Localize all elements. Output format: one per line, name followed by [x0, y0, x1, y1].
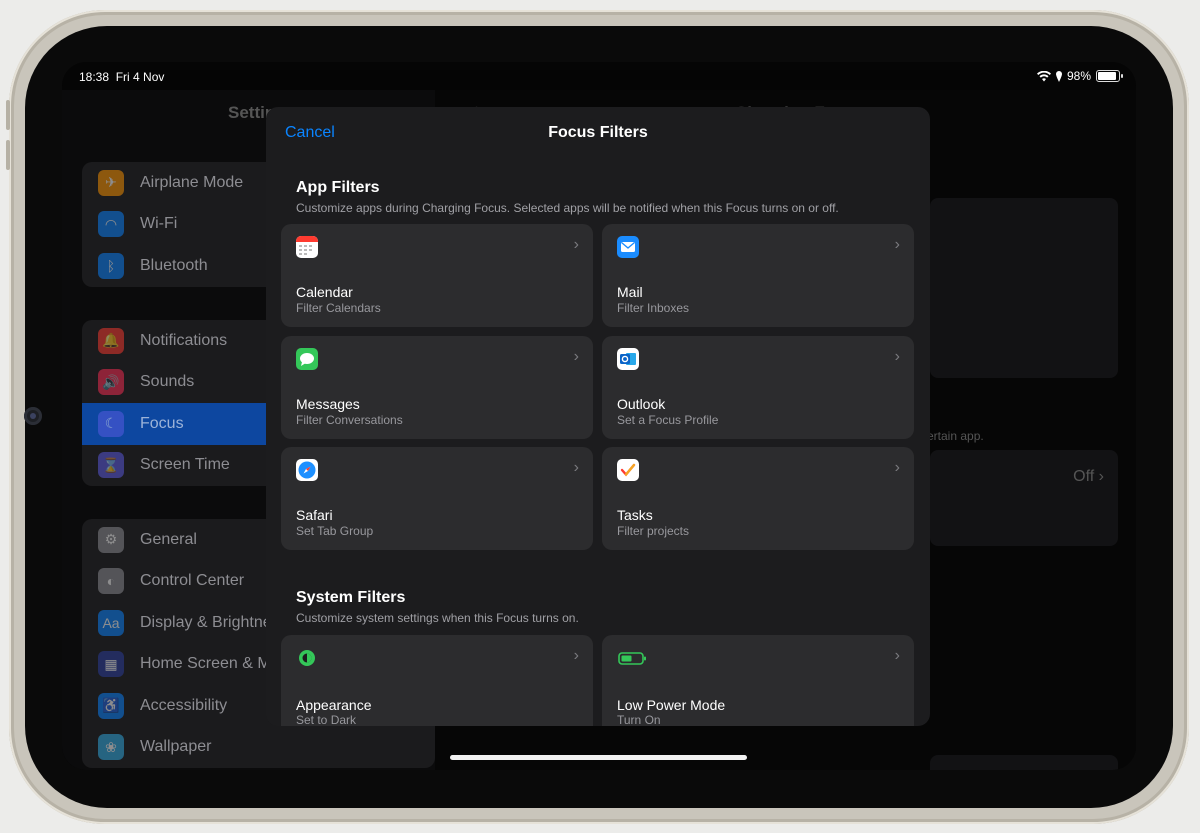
chevron-right-icon: › [894, 236, 900, 253]
sidebar-item-label: Accessibility [140, 696, 228, 714]
messages-icon [296, 348, 318, 370]
sidebar-item-label: Wi-Fi [140, 215, 178, 233]
gear-icon: ⚙ [98, 526, 124, 553]
filter-card-mail[interactable]: › Mail Filter Inboxes [602, 224, 914, 327]
sidebar-item-label: Notifications [140, 331, 228, 349]
appearance-icon [296, 647, 318, 669]
chevron-right-icon: › [573, 236, 579, 253]
filter-name: Appearance [296, 697, 372, 713]
app-filters-title: App Filters [296, 179, 380, 196]
status-bar: 18:38 Fri 4 Nov 98% [62, 62, 1136, 90]
safari-icon [296, 459, 318, 481]
volume-down-button [6, 140, 10, 170]
chevron-right-icon: › [1098, 468, 1104, 485]
bluetooth-icon: ᛒ [98, 252, 124, 279]
filter-subtitle: Set Tab Group [296, 524, 374, 538]
filter-subtitle: Set a Focus Profile [617, 413, 719, 427]
app-filters-description: Customize apps during Charging Focus. Se… [296, 201, 839, 215]
filter-card-outlook[interactable]: › Outlook Set a Focus Profile [602, 336, 914, 439]
system-filters-title: System Filters [296, 589, 406, 606]
status-time-date: 18:38 Fri 4 Nov [79, 70, 164, 84]
chevron-right-icon: › [894, 459, 900, 476]
wifi-icon [1036, 70, 1051, 81]
sidebar-item-label: Airplane Mode [140, 173, 244, 191]
calendar-icon [296, 236, 318, 258]
moon-icon: ☾ [98, 410, 124, 437]
detail-card-bottom [930, 755, 1118, 770]
wifi-icon: ◠ [98, 211, 124, 238]
filter-subtitle: Filter Conversations [296, 413, 403, 427]
sidebar-item-label: Control Center [140, 572, 245, 590]
mail-icon [617, 236, 639, 258]
sidebar-item-label: Wallpaper [140, 738, 212, 756]
system-filters-description: Customize system settings when this Focu… [296, 611, 579, 625]
speaker-icon: 🔊 [98, 369, 124, 396]
filter-subtitle: Filter Calendars [296, 301, 381, 315]
filter-name: Outlook [617, 396, 666, 412]
accessibility-icon: ♿ [98, 692, 124, 719]
filter-name: Mail [617, 284, 643, 300]
filter-card-calendar[interactable]: › Calendar Filter Calendars [281, 224, 593, 327]
filter-name: Tasks [617, 507, 653, 523]
home-indicator[interactable] [450, 755, 747, 760]
status-right: 98% [1036, 69, 1123, 83]
sidebar-item-label: Bluetooth [140, 256, 208, 274]
sheet-title: Focus Filters [548, 124, 648, 141]
battery-icon [1096, 70, 1123, 82]
bell-icon: 🔔 [98, 327, 124, 354]
battery-icon [617, 647, 647, 669]
volume-up-button [6, 100, 10, 130]
hourglass-icon: ⌛ [98, 452, 124, 479]
filter-name: Calendar [296, 284, 353, 300]
sidebar-item-label: Sounds [140, 373, 195, 391]
filter-name: Low Power Mode [617, 697, 726, 713]
filter-name: Messages [296, 396, 360, 412]
sidebar-item-label: Focus [140, 414, 184, 432]
off-value: Off › [1073, 468, 1104, 486]
filter-card-safari[interactable]: › Safari Set Tab Group [281, 447, 593, 550]
flower-icon: ❀ [98, 734, 124, 761]
filter-subtitle: Turn On [617, 713, 661, 726]
filter-subtitle: Set to Dark [296, 713, 357, 726]
camera-icon [24, 407, 42, 425]
filter-card-tasks[interactable]: › Tasks Filter projects [602, 447, 914, 550]
location-icon [1055, 70, 1062, 82]
chevron-right-icon: › [894, 348, 900, 365]
battery-percent: 98% [1066, 69, 1091, 83]
chevron-right-icon: › [894, 647, 900, 664]
filter-name: Safari [296, 507, 333, 523]
text-size-icon: Aa [98, 609, 124, 636]
filter-subtitle: Filter Inboxes [617, 301, 690, 315]
grid-icon: ▦ [98, 651, 124, 678]
sidebar-item-label: Home Screen & M [140, 655, 271, 673]
sidebar-item-label: Screen Time [140, 456, 230, 474]
sidebar-item-label: Display & Brightne [140, 613, 272, 631]
filter-card-messages[interactable]: › Messages Filter Conversations [281, 336, 593, 439]
focus-filters-sheet: Focus Filters Cancel App Filters Customi… [266, 107, 930, 726]
chevron-right-icon: › [573, 348, 579, 365]
detail-card [930, 198, 1118, 378]
sidebar-item-label: General [140, 530, 197, 548]
chevron-right-icon: › [573, 459, 579, 476]
status-date: Fri 4 Nov [115, 70, 165, 84]
filter-card-low-power-mode[interactable]: › Low Power Mode Turn On [602, 635, 914, 726]
status-time: 18:38 [79, 70, 110, 84]
sidebar-item-wallpaper[interactable]: ❀ Wallpaper [82, 727, 435, 769]
detail-row-card[interactable]: Off › [930, 450, 1118, 546]
outlook-icon [617, 348, 639, 370]
filter-card-appearance[interactable]: › Appearance Set to Dark [281, 635, 593, 726]
airplane-icon: ✈ [98, 169, 124, 196]
chevron-right-icon: › [573, 647, 579, 664]
cancel-button[interactable]: Cancel [285, 124, 335, 142]
detail-hint-text: ertain app. [927, 429, 984, 443]
tasks-icon [617, 459, 639, 481]
filter-subtitle: Filter projects [617, 524, 690, 538]
switches-icon: ◐ [98, 568, 124, 595]
off-label: Off [1073, 468, 1095, 485]
